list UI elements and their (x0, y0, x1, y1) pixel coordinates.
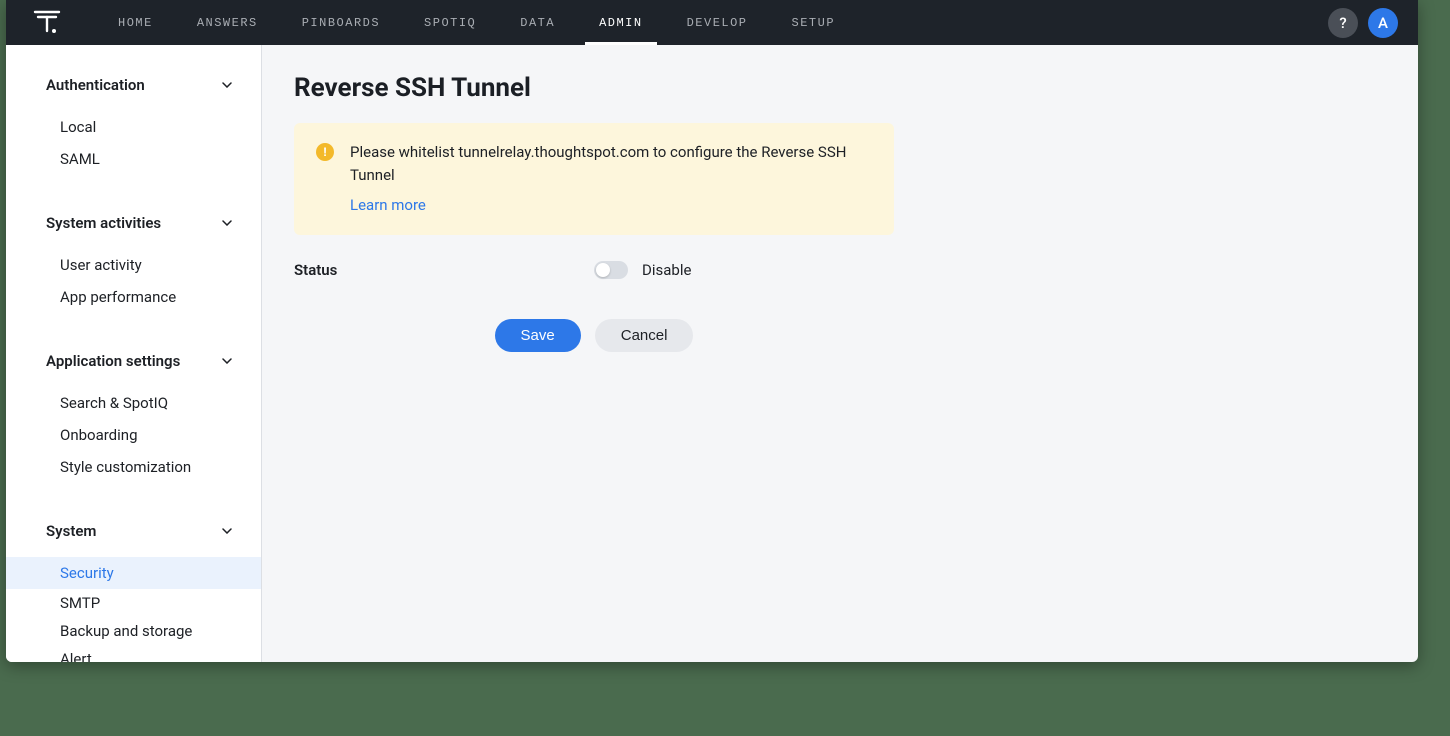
sidebar-item-app-performance[interactable]: App performance (6, 281, 261, 313)
notice-message: Please whitelist tunnelrelay.thoughtspot… (350, 143, 846, 184)
app-frame: HOME ANSWERS PINBOARDS SPOTIQ DATA ADMIN… (6, 0, 1418, 662)
brand-logo-icon[interactable] (32, 9, 62, 37)
sidebar-item-style-customization[interactable]: Style customization (6, 451, 261, 483)
nav-tab-data[interactable]: DATA (498, 0, 577, 45)
learn-more-link[interactable]: Learn more (350, 194, 426, 217)
toggle-knob (596, 263, 610, 277)
sidebar-section-label: System (46, 522, 96, 540)
sidebar-item-backup-storage[interactable]: Backup and storage (6, 617, 261, 645)
status-row: Status Disable (294, 261, 894, 279)
nav-tab-home[interactable]: HOME (96, 0, 175, 45)
nav-tab-develop[interactable]: DEVELOP (665, 0, 770, 45)
top-nav: HOME ANSWERS PINBOARDS SPOTIQ DATA ADMIN… (96, 0, 857, 45)
main-content: Reverse SSH Tunnel ! Please whitelist tu… (262, 45, 1418, 662)
sidebar-item-user-activity[interactable]: User activity (6, 249, 261, 281)
chevron-down-icon (221, 217, 233, 229)
notice-body: Please whitelist tunnelrelay.thoughtspot… (350, 141, 872, 217)
action-buttons: Save Cancel (294, 319, 894, 352)
sidebar-item-alert[interactable]: Alert (6, 645, 261, 662)
sidebar-section-authentication[interactable]: Authentication (6, 73, 261, 97)
admin-sidebar: Authentication Local SAML System activit… (6, 45, 262, 662)
sidebar-item-saml[interactable]: SAML (6, 143, 261, 175)
sidebar-section-label: Authentication (46, 76, 145, 94)
warning-icon: ! (316, 143, 334, 161)
sidebar-section-application-settings[interactable]: Application settings (6, 349, 261, 373)
nav-tab-spotiq[interactable]: SPOTIQ (402, 0, 498, 45)
cancel-button[interactable]: Cancel (595, 319, 694, 352)
sidebar-item-security[interactable]: Security (6, 557, 261, 589)
sidebar-section-system-activities[interactable]: System activities (6, 211, 261, 235)
chevron-down-icon (221, 79, 233, 91)
status-value: Disable (642, 261, 691, 279)
whitelist-notice: ! Please whitelist tunnelrelay.thoughtsp… (294, 123, 894, 235)
nav-tab-answers[interactable]: ANSWERS (175, 0, 280, 45)
sidebar-item-onboarding[interactable]: Onboarding (6, 419, 261, 451)
status-label: Status (294, 261, 594, 279)
sidebar-item-smtp[interactable]: SMTP (6, 589, 261, 617)
nav-tab-admin[interactable]: ADMIN (577, 0, 665, 45)
sidebar-item-local[interactable]: Local (6, 111, 261, 143)
chevron-down-icon (221, 355, 233, 367)
topbar-actions: ? A (1328, 8, 1402, 38)
save-button[interactable]: Save (495, 319, 581, 352)
sidebar-section-label: System activities (46, 214, 161, 232)
help-button[interactable]: ? (1328, 8, 1358, 38)
sidebar-item-search-spotiq[interactable]: Search & SpotIQ (6, 387, 261, 419)
user-avatar[interactable]: A (1368, 8, 1398, 38)
nav-tab-setup[interactable]: SETUP (770, 0, 858, 45)
topbar: HOME ANSWERS PINBOARDS SPOTIQ DATA ADMIN… (6, 0, 1418, 45)
sidebar-section-system[interactable]: System (6, 519, 261, 543)
page-title: Reverse SSH Tunnel (294, 73, 1386, 103)
sidebar-section-label: Application settings (46, 352, 180, 370)
nav-tab-pinboards[interactable]: PINBOARDS (280, 0, 402, 45)
status-toggle[interactable] (594, 261, 628, 279)
chevron-down-icon (221, 525, 233, 537)
